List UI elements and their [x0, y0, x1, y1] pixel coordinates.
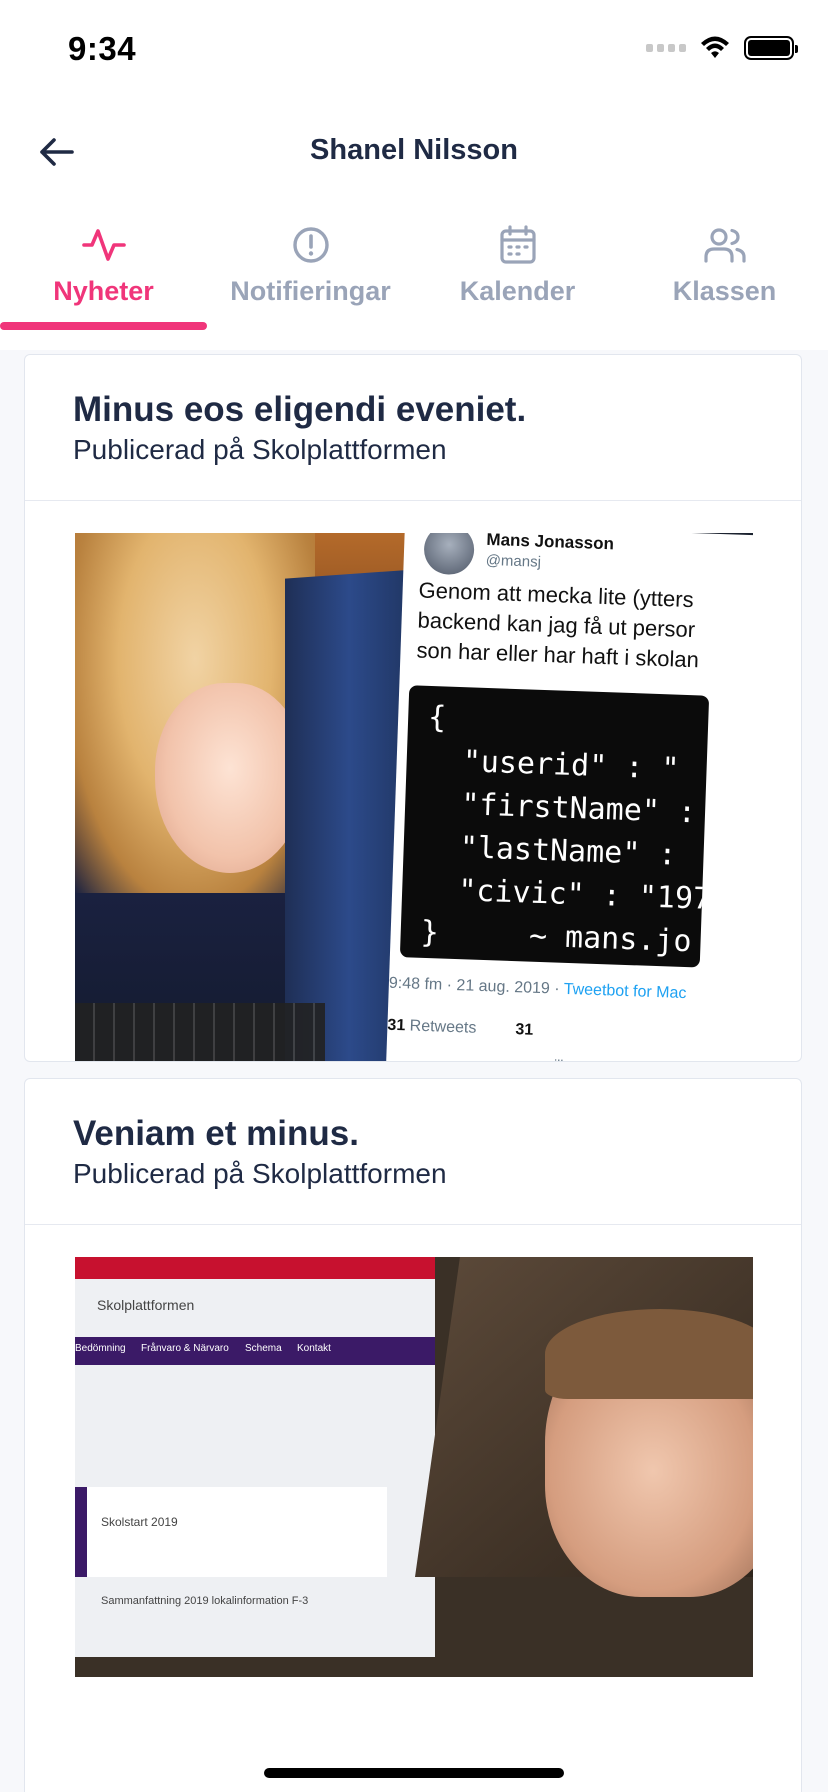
tweet-client: Tweetbot for Mac [563, 980, 687, 1003]
tweet-text: Genom att mecka lite (ytters backend kan… [416, 577, 700, 673]
page-title: Shanel Nilsson [310, 134, 518, 166]
tweet-author: Mans Jonasson [486, 533, 615, 554]
retweets-count: 31 [387, 1016, 406, 1035]
retweets-label: Retweets [404, 1017, 477, 1037]
status-time: 9:34 [68, 30, 137, 67]
active-tab-indicator [0, 322, 207, 330]
tab-label: Notifieringar [230, 276, 391, 306]
screen-tab: Bedömning [75, 1343, 126, 1354]
screen-heading: Skolplattformen [97, 1297, 195, 1313]
photo-girl-at-computer [75, 533, 445, 1061]
news-title: Veniam et minus. [73, 1114, 359, 1153]
battery-icon [744, 36, 798, 60]
screen-tab: Schema [245, 1343, 282, 1354]
screen-tab: Frånvaro & Närvaro [141, 1343, 229, 1354]
screen-tab: Kontakt [297, 1343, 331, 1354]
tweet-screenshot: Mans Jonasson @mansj Genom att mecka lit… [382, 533, 753, 1061]
news-subtitle: Publicerad på Skolplattformen [73, 1157, 447, 1189]
tab-label: Kalender [459, 276, 576, 306]
tab-label: Nyheter [53, 276, 154, 306]
tweet-meta: 9:48 fm · 21 aug. 2019 · Tweetbot for Ma… [389, 975, 687, 1003]
screen-item: Sammanfattning 2019 lokalinformation F-3 [101, 1595, 309, 1607]
tab-klassen[interactable]: Klassen [621, 210, 828, 330]
tweet-avatar [423, 533, 475, 576]
news-card-header: Veniam et minus. Publicerad på Skolplatt… [25, 1079, 801, 1225]
wifi-icon [701, 36, 729, 58]
news-subtitle: Publicerad på Skolplattformen [73, 433, 447, 465]
cellular-signal-icon [646, 44, 686, 52]
users-icon [703, 220, 747, 270]
likes-label: gilla-markeringar [546, 1056, 651, 1061]
activity-icon [81, 220, 126, 270]
tab-nyheter[interactable]: Nyheter [0, 210, 207, 330]
news-image: Skolplattformen Bedömning Frånvaro & När… [75, 1257, 753, 1677]
tweet-retweets: 31 Retweets [387, 1016, 477, 1038]
status-bar: 9:34 [0, 0, 828, 100]
tab-bar: Nyheter Notifieringar Kalender Klassen [0, 210, 828, 330]
status-icons [646, 36, 798, 60]
news-card-header: Minus eos eligendi eveniet. Publicerad p… [25, 355, 801, 501]
tab-kalender[interactable]: Kalender [414, 210, 621, 330]
screen-item: Skolstart 2019 [101, 1515, 178, 1529]
news-card[interactable]: Veniam et minus. Publicerad på Skolplatt… [24, 1078, 802, 1792]
photo-man-hair [545, 1309, 753, 1399]
header: Shanel Nilsson [0, 110, 828, 190]
alert-circle-icon [291, 220, 331, 270]
news-image: Mans Jonasson @mansj Genom att mecka lit… [75, 533, 753, 1061]
tweet-time: 9:48 fm · 21 aug. 2019 · [388, 974, 565, 998]
photo-skolplattformen-screen: Skolplattformen Bedömning Frånvaro & När… [75, 1257, 435, 1657]
news-feed[interactable]: Minus eos eligendi eveniet. Publicerad p… [0, 350, 828, 1792]
tab-notifieringar[interactable]: Notifieringar [207, 210, 414, 330]
tab-label: Klassen [672, 276, 777, 306]
news-card[interactable]: Minus eos eligendi eveniet. Publicerad p… [24, 354, 802, 1062]
news-title: Minus eos eligendi eveniet. [73, 390, 527, 429]
likes-count: 31 [515, 1021, 534, 1039]
calendar-icon [499, 220, 537, 270]
tweet-code-block: { "userid" : " "firstName" : "lastName" … [399, 685, 710, 968]
home-indicator[interactable] [264, 1768, 564, 1778]
tweet-handle: @mansj [485, 551, 542, 571]
